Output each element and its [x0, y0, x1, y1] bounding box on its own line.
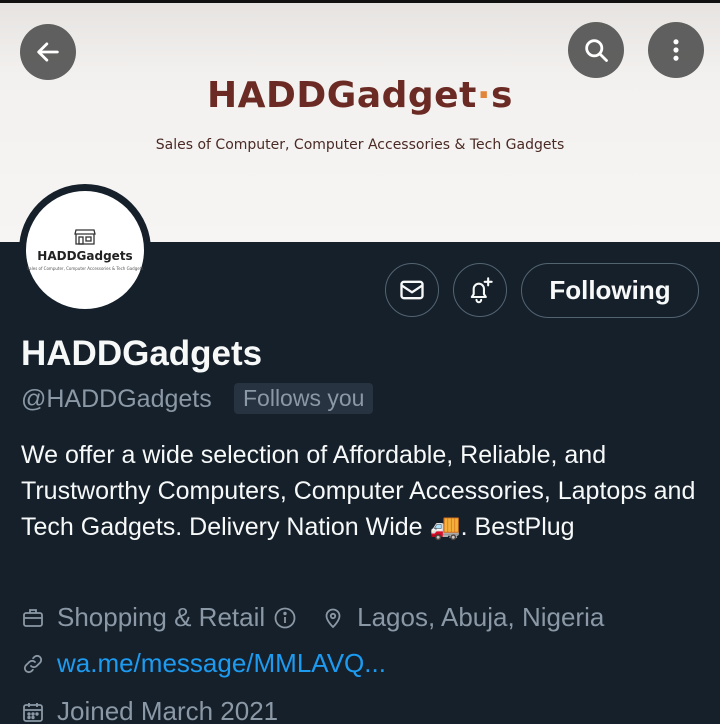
website-row: wa.me/message/MMLAVQ...: [21, 648, 386, 679]
handle: @HADDGadgets: [21, 385, 212, 413]
profile-meta-row: Shopping & Retail Lagos, Abuja, Nigeria: [21, 602, 604, 633]
notifications-button[interactable]: [453, 263, 507, 317]
avatar-name: HADDGadgets: [37, 249, 133, 263]
follows-you-badge: Follows you: [234, 383, 374, 414]
more-options-button[interactable]: [648, 22, 704, 78]
bio: We offer a wide selection of Affordable,…: [21, 441, 696, 541]
bell-plus-icon: [470, 277, 493, 304]
back-arrow-icon: [37, 42, 59, 62]
back-button[interactable]: [20, 24, 76, 80]
avatar-subtitle: Sales of Computer, Computer Accessories …: [26, 266, 144, 271]
following-button[interactable]: Following: [521, 263, 699, 318]
more-vertical-icon: [673, 39, 679, 61]
search-icon: [585, 39, 608, 62]
location-pin-icon: [325, 608, 341, 628]
location-label: Lagos, Abuja, Nigeria: [357, 602, 605, 632]
banner-tagline: Sales of Computer, Computer Accessories …: [155, 137, 565, 153]
briefcase-icon: [23, 608, 43, 627]
avatar-image: HADDGadgets Sales of Computer, Computer …: [26, 191, 144, 309]
website-link[interactable]: wa.me/message/MMLAVQ...: [57, 648, 386, 679]
link-icon: [23, 654, 43, 673]
joined-date: Joined March 2021: [57, 696, 279, 724]
message-button[interactable]: [385, 263, 439, 317]
message-icon: [400, 280, 424, 300]
joined-row: Joined March 2021: [21, 696, 278, 724]
avatar[interactable]: HADDGadgets Sales of Computer, Computer …: [19, 184, 151, 316]
store-icon: [74, 229, 96, 245]
info-icon[interactable]: [273, 606, 297, 630]
display-name: HADDGadgets: [21, 334, 263, 373]
banner-logo: HADDGadget·s: [207, 75, 513, 116]
category-label[interactable]: Shopping & Retail: [57, 602, 265, 633]
calendar-icon: [23, 702, 43, 722]
search-button[interactable]: [568, 22, 624, 78]
